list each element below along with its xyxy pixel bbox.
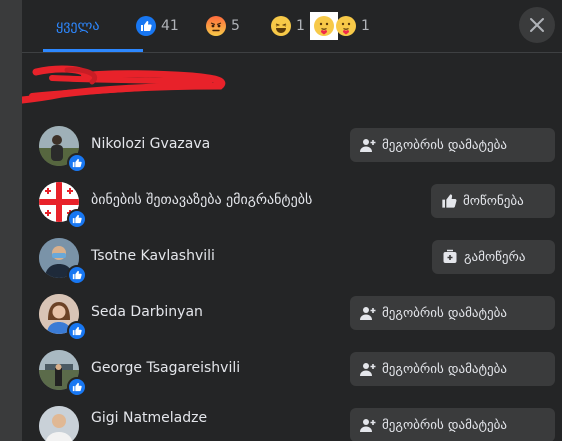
background-page-edge <box>0 0 22 441</box>
tab-like-count: 41 <box>161 18 179 34</box>
add-friend-icon <box>360 419 376 432</box>
add-friend-icon <box>360 363 376 376</box>
close-icon <box>530 18 544 32</box>
reaction-tabs: ყველა 41 5 1 1 <box>22 0 562 52</box>
like-icon <box>136 16 156 36</box>
follow-label: გამოწერა <box>464 249 526 265</box>
redaction-scribble <box>22 65 226 104</box>
add-friend-label: მეგობრის დამატება <box>382 417 507 433</box>
care-highlight <box>309 12 338 40</box>
follow-button[interactable]: გამოწერა <box>432 240 555 274</box>
tab-care-count: 1 <box>361 18 370 34</box>
angry-icon <box>206 16 226 36</box>
list-item: George Tsagareishvili მეგობრის დამატება <box>22 342 562 398</box>
add-friend-button[interactable]: მეგობრის დამატება <box>350 408 555 441</box>
tabs-divider <box>22 52 562 53</box>
list-item: Tsotne Kavlashvili გამოწერა <box>22 230 562 286</box>
like-page-label: მოწონება <box>463 193 524 209</box>
person-name[interactable]: Seda Darbinyan <box>91 304 203 320</box>
list-item: Gigi Natmeladze მეგობრის დამატება <box>22 398 562 441</box>
add-friend-button[interactable]: მეგობრის დამატება <box>350 128 555 162</box>
like-page-button[interactable]: მოწონება <box>431 184 555 218</box>
tab-haha-count: 1 <box>296 18 305 34</box>
add-friend-label: მეგობრის დამატება <box>382 361 507 377</box>
list-item: Nikolozi Gvazava მეგობრის დამატება <box>22 118 562 174</box>
add-friend-label: მეგობრის დამატება <box>382 137 507 153</box>
person-name[interactable]: Nikolozi Gvazava <box>91 136 210 152</box>
person-name[interactable]: Tsotne Kavlashvili <box>91 248 215 264</box>
tab-angry-count: 5 <box>231 18 240 34</box>
tab-care[interactable]: 1 <box>336 0 370 52</box>
background-page-edge-right <box>562 0 575 441</box>
like-badge-icon <box>67 153 87 173</box>
add-friend-icon <box>360 139 376 152</box>
thumbs-up-icon <box>442 194 457 208</box>
like-badge-icon <box>67 321 87 341</box>
page-name[interactable]: ბინების შეთავაზება ემიგრანტებს <box>91 192 312 208</box>
care-icon <box>336 16 356 36</box>
haha-icon <box>271 16 291 36</box>
avatar[interactable] <box>39 406 79 441</box>
reactions-dialog: ყველა 41 5 1 1 Nikolozi Gvazava მეგობრის… <box>22 0 562 441</box>
add-friend-button[interactable]: მეგობრის დამატება <box>350 352 555 386</box>
list-item: Seda Darbinyan მეგობრის დამატება <box>22 286 562 342</box>
person-name[interactable]: Gigi Natmeladze <box>91 410 207 426</box>
close-button[interactable] <box>519 7 555 43</box>
tab-all[interactable]: ყველა <box>56 0 100 52</box>
tab-haha[interactable]: 1 <box>271 0 338 52</box>
like-badge-icon <box>67 265 87 285</box>
tab-all-label: ყველა <box>56 18 100 34</box>
like-badge-icon <box>67 377 87 397</box>
add-friend-button[interactable]: მეგობრის დამატება <box>350 296 555 330</box>
follow-icon <box>443 249 457 263</box>
list-item: ბინების შეთავაზება ემიგრანტებს მოწონება <box>22 174 562 230</box>
add-friend-label: მეგობრის დამატება <box>382 305 507 321</box>
care-emoji-icon <box>313 16 334 36</box>
add-friend-icon <box>360 307 376 320</box>
tab-angry[interactable]: 5 <box>206 0 240 52</box>
person-name[interactable]: George Tsagareishvili <box>91 360 240 376</box>
like-badge-icon <box>67 209 87 229</box>
tab-like[interactable]: 41 <box>136 0 179 52</box>
